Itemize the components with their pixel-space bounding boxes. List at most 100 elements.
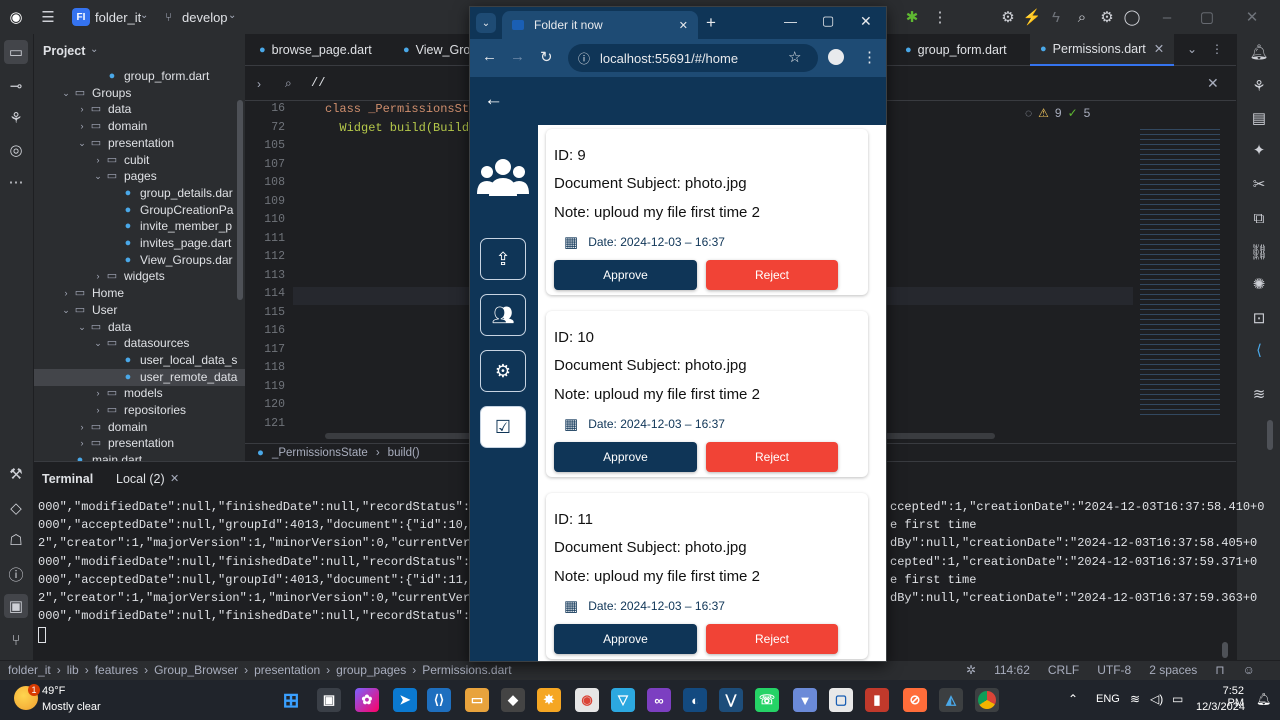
copilot-icon[interactable]: ✿ [355,688,379,712]
tab-terminal[interactable]: Terminal [42,472,93,486]
tree-scrollbar[interactable] [237,100,243,300]
tab-search-icon[interactable]: ⌄ [476,13,496,33]
tree-item[interactable]: › ▭ domain [34,419,245,436]
bug-icon[interactable]: ✱ [900,5,924,29]
site-info-icon[interactable]: ⓘ [578,50,590,67]
chevron-right-icon[interactable]: › [60,285,72,302]
vscode-icon[interactable]: ⟨⟩ [427,688,451,712]
chevron-right-icon[interactable]: › [92,152,104,169]
chevron-down-icon[interactable]: ⌄ [76,135,88,152]
language-indicator[interactable]: ENG [1096,693,1120,705]
flutter-app-icon[interactable]: ⋁ [719,688,743,712]
tree-item[interactable]: ● invites_page.dart [34,235,245,252]
nav-groups-button[interactable]: 👥︎ [480,294,526,336]
line-separator[interactable]: CRLF [1048,663,1079,677]
running-devices-icon[interactable]: ⧉ [1247,206,1271,230]
address-bar[interactable]: ⓘ localhost:55691/#/home [568,44,818,72]
maximize-icon[interactable]: ▢ [822,13,834,29]
android-studio-icon[interactable]: ◭ [939,688,963,712]
terminal-output-left[interactable]: 000","modifiedDate":null,"finishedDate":… [34,498,506,648]
settings-icon[interactable]: ⚙ [1095,5,1119,29]
main-menu-icon[interactable]: ☰ [36,5,60,29]
minimize-icon[interactable]: – [1155,5,1179,29]
build-icon[interactable]: ⚒ [4,462,28,486]
clock-date[interactable]: 12/3/2024 [1196,701,1245,713]
search-icon[interactable]: ⌕ [1070,5,1094,29]
new-tab-icon[interactable]: + [706,13,716,33]
nav-permissions-button[interactable]: ☑ [480,406,526,448]
weather-temp[interactable]: 49°F [42,685,65,697]
device-file-icon[interactable]: ▤ [1247,106,1271,130]
tree-item[interactable]: › ▭ repositories [34,402,245,419]
status-path-segment[interactable]: features [95,663,138,677]
jetbrains-icon[interactable]: ▮ [865,688,889,712]
github-desktop-icon[interactable]: ◆ [501,688,525,712]
chevron-right-icon[interactable]: › [92,268,104,285]
scrollbar-thumb[interactable] [1267,420,1273,450]
tree-item[interactable]: › ▭ presentation [34,435,245,452]
tree-item[interactable]: ⌄ ▭ User [34,302,245,319]
more-options-icon[interactable]: ⋮ [1211,42,1223,56]
tree-item[interactable]: ⌄ ▭ pages [34,168,245,185]
minimap[interactable] [1135,124,1230,424]
smile-icon[interactable]: ☺ [1243,663,1255,677]
find-input[interactable]: // [311,76,325,90]
chevron-right-icon[interactable]: › [76,419,88,436]
status-path-segment[interactable]: folder_it [8,663,51,677]
postman-icon[interactable]: ✸ [537,688,561,712]
forward-icon[interactable]: → [510,48,525,65]
chevron-right-icon[interactable]: › [257,77,261,91]
gem-icon[interactable]: ◇ [4,496,28,520]
chevron-down-icon[interactable]: ⌄ [92,168,104,185]
chevron-right-icon[interactable]: › [76,435,88,452]
breadcrumb-class[interactable]: _PermissionsState [272,447,368,459]
tree-item[interactable]: ⌄ ▭ datasources [34,335,245,352]
commit-icon[interactable]: ⊸ [4,74,28,98]
tree-item[interactable]: › ▭ data [34,101,245,118]
weather-desc[interactable]: Mostly clear [42,701,101,713]
status-path-segment[interactable]: lib [67,663,79,677]
tab-permissions[interactable]: ● Permissions.dart ✕ [1030,34,1175,66]
gradle-icon[interactable]: ⚘ [1247,74,1271,98]
git-icon[interactable]: ⑂ [4,628,28,652]
project-name-dropdown[interactable]: folder_it [95,10,141,25]
terminal-scrollbar[interactable] [1222,642,1228,658]
flutter-icon[interactable]: ⟨ [1247,338,1271,362]
visual-studio-icon[interactable]: ∞ [647,688,671,712]
profiler-icon[interactable]: ⚡ [1020,5,1044,29]
reject-button[interactable]: Reject [706,624,838,654]
structure-icon[interactable]: ⚘ [4,106,28,130]
maximize-icon[interactable]: ▢ [1195,5,1219,29]
close-icon[interactable]: ✕ [1240,5,1264,29]
tree-item[interactable]: ● GroupCreationPa [34,202,245,219]
tree-item[interactable]: ● user_remote_data [34,368,245,386]
close-icon[interactable]: ✕ [860,13,872,30]
file-explorer-icon[interactable]: ▭ [465,688,489,712]
chevron-right-icon[interactable]: › [76,101,88,118]
reject-button[interactable]: Reject [706,442,838,472]
tab-local-2[interactable]: Local (2) [116,472,165,486]
chevron-down-icon[interactable]: ⌄ [92,335,104,352]
chevron-up-icon[interactable]: ⌃ [1068,692,1078,706]
nav-upload-button[interactable]: ⇪ [480,238,526,280]
whatsapp-icon[interactable]: ☏ [755,688,779,712]
screenshot-icon[interactable]: ⊡ [1247,306,1271,330]
approve-button[interactable]: Approve [554,624,697,654]
problems-icon[interactable]: ⓘ [4,562,28,586]
tree-item[interactable]: ● invite_member_p [34,218,245,235]
notifications-icon[interactable]: 🔔︎ [1247,40,1271,64]
hot-reload-icon[interactable]: ϟ [1044,5,1068,29]
tree-item[interactable]: ⌄ ▭ Groups [34,85,245,102]
wifi-icon[interactable]: ≋ [1247,382,1271,406]
tree-item[interactable]: › ▭ Home [34,285,245,302]
wifi-icon[interactable]: ≋ [1130,692,1140,706]
nav-settings-button[interactable]: ⚙ [480,350,526,392]
tree-item[interactable]: › ▭ domain [34,118,245,135]
gemini-icon[interactable]: ✦ [1247,138,1271,162]
bookmark-star-icon[interactable]: ☆ [788,48,801,66]
account-icon[interactable]: ◯ [1120,5,1144,29]
chevron-down-icon[interactable]: ⌄ [60,302,72,319]
edge-icon[interactable]: ◐ [683,688,707,712]
windows-start-icon[interactable]: ⊞ [279,688,303,712]
close-tab-icon[interactable]: ✕ [170,472,179,485]
